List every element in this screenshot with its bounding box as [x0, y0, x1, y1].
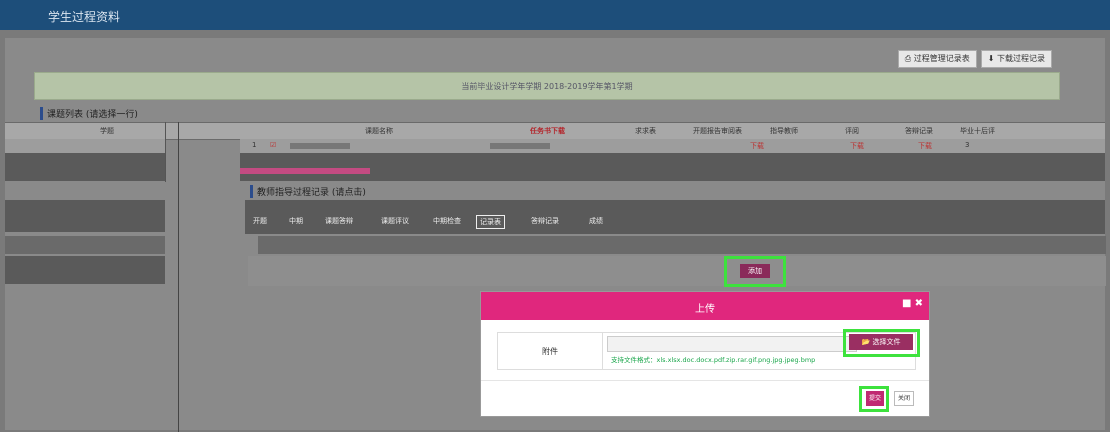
tab-item[interactable]: 成绩	[586, 215, 606, 227]
close-icon[interactable]: ✖	[915, 298, 923, 309]
column-header: 课题名称	[365, 127, 393, 135]
attachment-label-cell: 附件	[498, 333, 603, 369]
upload-modal: 上传 ■ ✖ 附件 支持文件格式：xls.xlsx.doc.docx.pdf.z…	[480, 291, 930, 417]
column-header: 开题报告审阅表	[693, 127, 742, 135]
folder-icon: 📂	[861, 338, 873, 346]
left-dark-band	[5, 200, 165, 232]
task-download-link[interactable]: 下载	[750, 141, 764, 151]
row-index: 1	[252, 141, 257, 149]
semester-banner: 当前毕业设计学年学期 2018-2019学年第1学期	[34, 72, 1060, 100]
row-checkbox[interactable]: ☑	[270, 141, 276, 149]
tab-item-active[interactable]: 记录表	[476, 215, 505, 229]
file-path-input[interactable]	[607, 336, 857, 352]
table-row[interactable]: 1 ☑ 下载 下载 下载 3	[240, 139, 1105, 153]
tab-item[interactable]: 答辩记录	[528, 215, 562, 227]
selected-topic-bar	[240, 168, 370, 174]
modal-divider	[481, 380, 929, 381]
tab-item[interactable]: 课题评议	[378, 215, 412, 227]
add-button[interactable]: 添加	[740, 264, 770, 278]
redacted-cell	[290, 143, 350, 149]
column-header: 求求表	[635, 127, 656, 135]
file-format-hint: 支持文件格式：xls.xlsx.doc.docx.pdf.zip.rar.gif…	[611, 356, 816, 364]
record-table-header	[258, 236, 1106, 254]
left-row-cell	[5, 139, 165, 153]
dark-band	[240, 153, 1105, 181]
choose-file-button[interactable]: 📂 选择文件	[849, 334, 913, 350]
modal-header: 上传 ■ ✖	[481, 292, 929, 320]
tab-item[interactable]: 课题答辩	[322, 215, 356, 227]
top-bar: 学生过程资料	[0, 0, 1110, 30]
cell-value: 3	[965, 141, 970, 149]
guide-record-heading: 教师指导过程记录 (请点击)	[250, 185, 366, 198]
modal-title: 上传	[695, 304, 715, 315]
modal-window-controls: ■ ✖	[902, 298, 923, 309]
column-header: 学题	[100, 127, 114, 135]
semester-text: 当前毕业设计学年学期 2018-2019学年第1学期	[461, 82, 633, 91]
toolbar: ⎙ 过程管理记录表 ⬇ 下载过程记录	[897, 50, 1052, 68]
column-header: 任务书下载	[530, 127, 565, 135]
download-link[interactable]: 下载	[918, 141, 932, 151]
column-header: 毕业十后评	[960, 127, 995, 135]
download-record-button[interactable]: ⬇ 下载过程记录	[980, 50, 1052, 68]
left-header-band	[5, 236, 165, 254]
divider	[165, 122, 166, 182]
tab-item[interactable]: 中期检查	[430, 215, 464, 227]
redacted-cell	[490, 143, 550, 149]
close-button[interactable]: 关闭	[894, 391, 914, 406]
download-link[interactable]: 下载	[850, 141, 864, 151]
tab-item[interactable]: 中期	[286, 215, 306, 227]
column-header: 答辩记录	[905, 127, 933, 135]
column-header: 评阅	[845, 127, 859, 135]
download-icon: ⬇	[987, 54, 997, 63]
column-header: 指导教师	[770, 127, 798, 135]
left-dark-band	[5, 256, 165, 284]
manage-record-button[interactable]: ⎙ 过程管理记录表	[897, 50, 977, 68]
left-dark-band	[5, 153, 165, 181]
divider	[178, 122, 179, 432]
topic-list-heading: 课题列表 (请选择一行)	[40, 107, 138, 120]
record-tabs: 开题 中期 课题答辩 课题评议 中期检查 记录表 答辩记录 成绩	[250, 215, 630, 229]
record-table-body	[248, 256, 1106, 286]
print-icon: ⎙	[904, 54, 914, 63]
tab-item[interactable]: 开题	[250, 215, 270, 227]
attachment-label: 附件	[542, 347, 558, 356]
page-title: 学生过程资料	[48, 10, 121, 24]
maximize-icon[interactable]: ■	[902, 298, 911, 309]
topic-table-header: 学题 课题名称 任务书下载 求求表 开题报告审阅表 指导教师 评阅 答辩记录 毕…	[5, 122, 1105, 140]
submit-button[interactable]: 提交	[866, 391, 884, 406]
